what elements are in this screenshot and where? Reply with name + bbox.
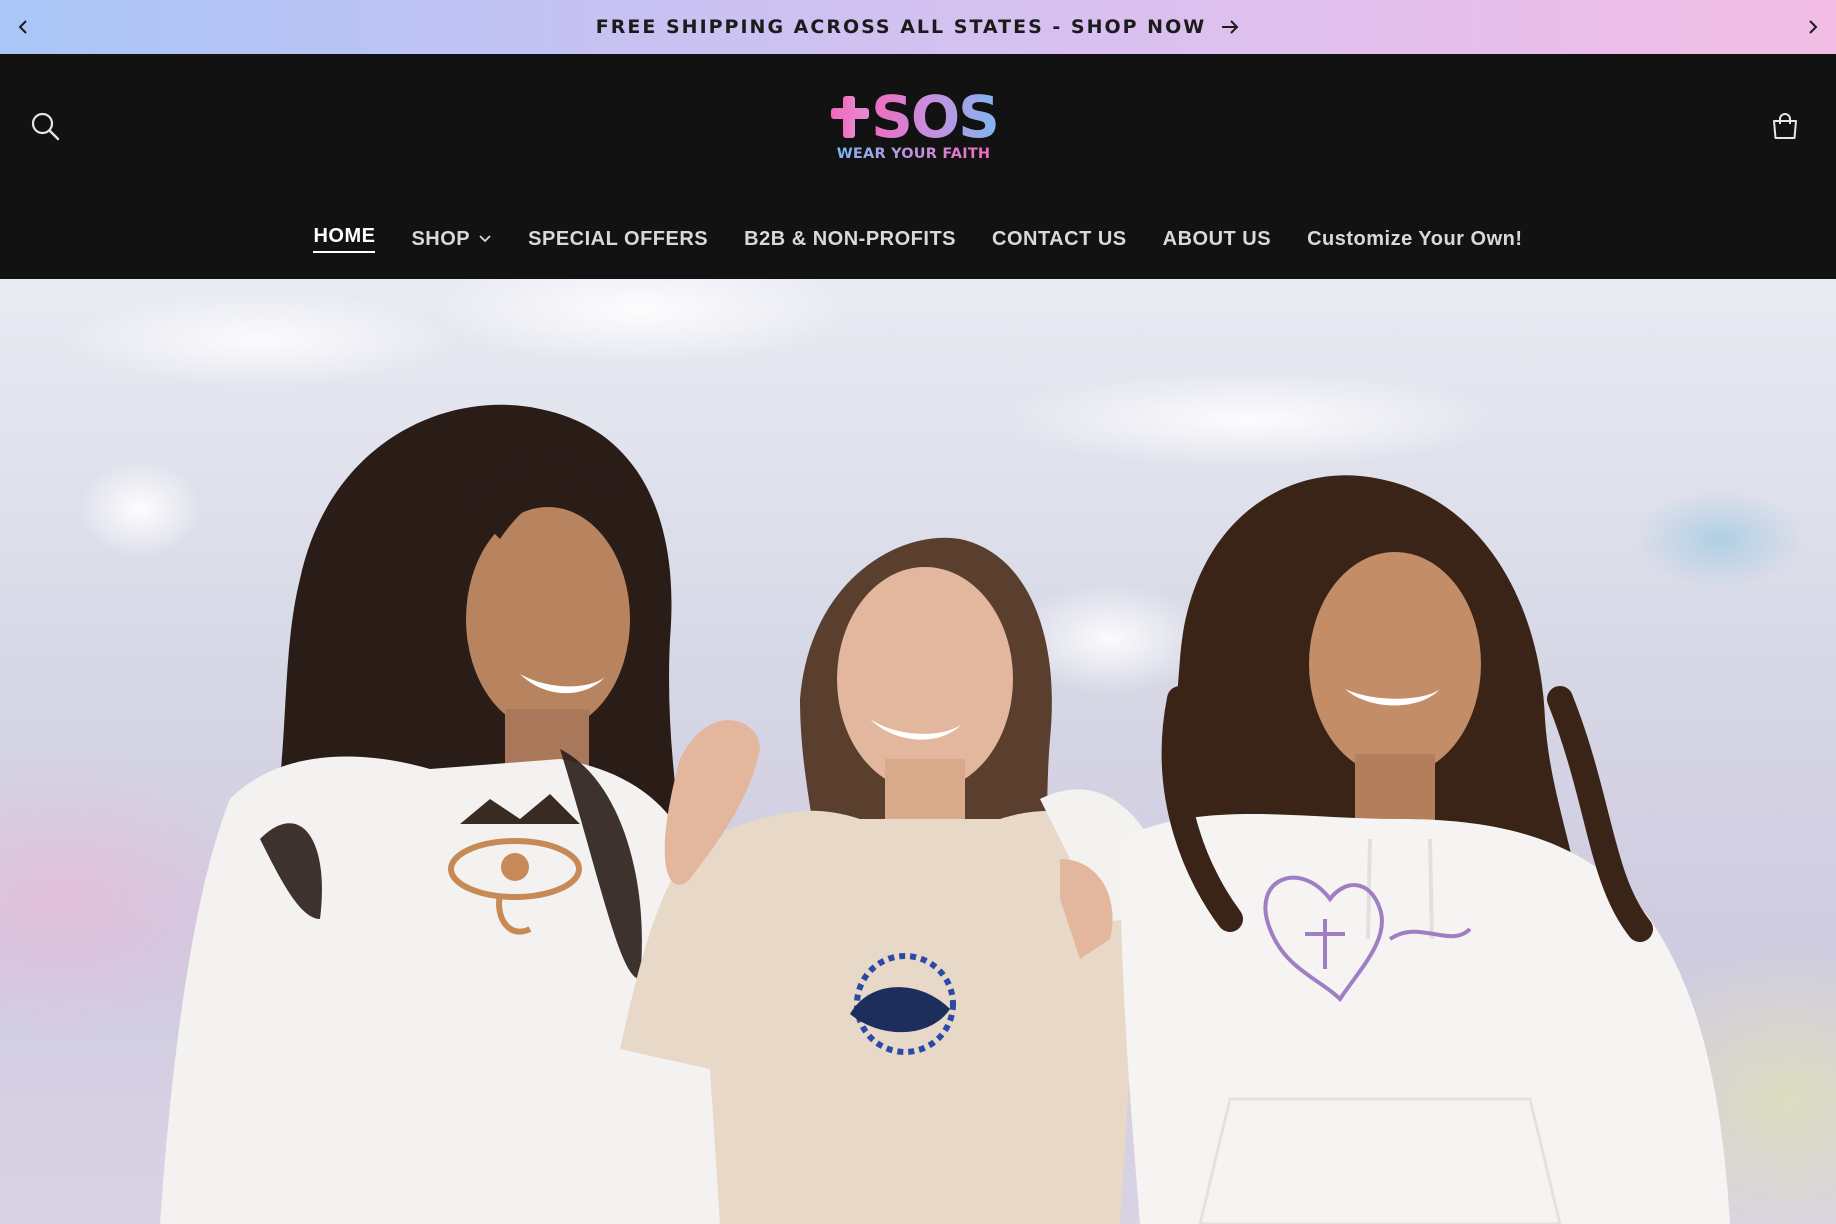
logo-tagline: WEAR YOUR FAITH (836, 146, 991, 162)
nav-item-home[interactable]: HOME (313, 219, 376, 259)
logo-text: SOS (871, 83, 1000, 151)
chevron-left-icon (18, 20, 27, 34)
announcement-link[interactable]: FREE SHIPPING ACROSS ALL STATES - SHOP N… (596, 16, 1240, 38)
person-right (1120, 475, 1730, 1224)
nav-item-shop[interactable]: SHOP (411, 222, 492, 257)
nav-item-contact-us[interactable]: CONTACT US (992, 222, 1127, 257)
announcement-prev-button[interactable] (0, 0, 46, 54)
search-button[interactable] (18, 99, 72, 153)
cart-icon (1773, 113, 1797, 139)
site-logo[interactable]: SOS WEAR YOUR FAITH (826, 83, 1001, 170)
hero-photo-illustration (160, 404, 1730, 1224)
nav-item-about-us[interactable]: ABOUT US (1163, 222, 1271, 257)
announcement-next-button[interactable] (1790, 0, 1836, 54)
cross-logo-icon (831, 96, 870, 138)
hero-image (0, 279, 1836, 1224)
nav-item-b2b[interactable]: B2B & NON-PROFITS (744, 222, 956, 257)
nav-item-label: Customize Your Own! (1307, 227, 1523, 250)
nav-item-label: SPECIAL OFFERS (528, 227, 709, 250)
logo-mark: SOS (829, 83, 1000, 151)
nav-item-label: HOME (313, 225, 376, 253)
chevron-right-icon (1809, 20, 1818, 34)
nav-item-label: SHOP (411, 227, 471, 250)
main-nav: HOME SHOP SPECIAL OFFERS B2B & NON-PROFI… (0, 214, 1836, 264)
nav-item-special-offers[interactable]: SPECIAL OFFERS (528, 222, 708, 257)
nav-item-label: B2B & NON-PROFITS (744, 227, 956, 250)
nav-item-customize[interactable]: Customize Your Own! (1307, 222, 1522, 257)
cart-button[interactable] (1758, 99, 1812, 153)
nav-item-label: ABOUT US (1162, 227, 1272, 250)
nav-item-label: CONTACT US (992, 227, 1127, 250)
announcement-text: FREE SHIPPING ACROSS ALL STATES - SHOP N… (595, 16, 1207, 38)
search-icon (31, 112, 60, 141)
person-left (160, 404, 720, 1224)
arrow-right-icon (1222, 20, 1239, 34)
chevron-down-icon (479, 235, 491, 243)
announcement-bar: FREE SHIPPING ACROSS ALL STATES - SHOP N… (0, 0, 1836, 54)
